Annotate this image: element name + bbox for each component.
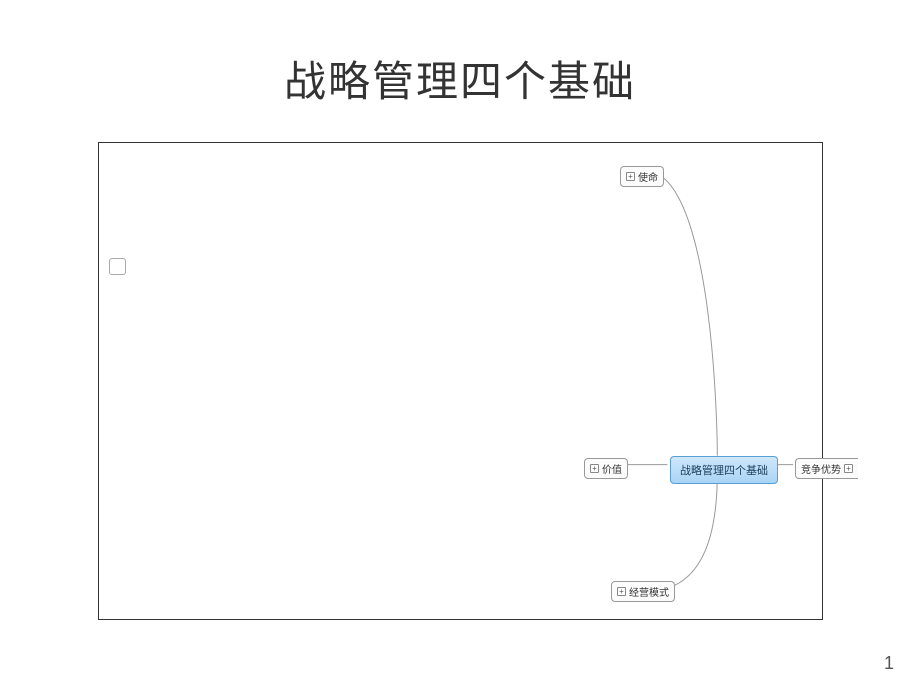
- node-label: 价值: [602, 461, 622, 476]
- collapse-box[interactable]: [109, 258, 126, 275]
- mindmap-node-right[interactable]: 竞争优势 +: [795, 458, 858, 479]
- mindmap-node-bottom[interactable]: + 经营模式: [611, 581, 675, 602]
- page-number: 1: [884, 653, 894, 674]
- mindmap-node-left[interactable]: + 价值: [584, 458, 628, 479]
- plus-icon[interactable]: +: [626, 172, 635, 181]
- node-label: 竞争优势: [801, 461, 841, 476]
- mindmap-node-top[interactable]: + 使命: [620, 166, 664, 187]
- center-label: 战略管理四个基础: [680, 462, 768, 478]
- plus-icon[interactable]: +: [590, 464, 599, 473]
- slide-title: 战略管理四个基础: [0, 0, 920, 109]
- mindmap-center-node[interactable]: 战略管理四个基础: [670, 456, 778, 484]
- node-label: 经营模式: [629, 584, 669, 599]
- plus-icon[interactable]: +: [617, 587, 626, 596]
- mindmap-frame: 战略管理四个基础 + 使命 + 价值 竞争优势 + + 经营模式: [98, 142, 823, 620]
- plus-icon[interactable]: +: [844, 464, 853, 473]
- node-label: 使命: [638, 169, 658, 184]
- connector-lines: [99, 143, 822, 619]
